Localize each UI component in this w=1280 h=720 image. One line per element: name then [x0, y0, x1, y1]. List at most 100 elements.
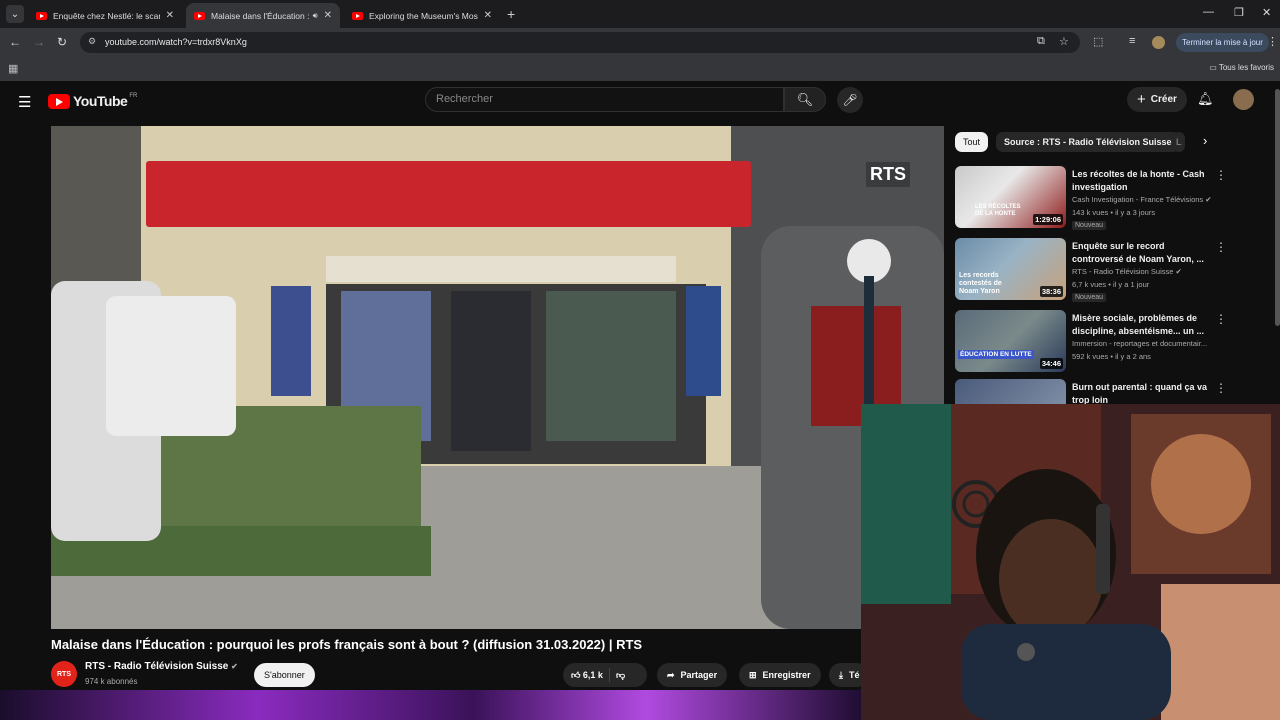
- dislike-button[interactable]: 👎︎: [616, 670, 625, 681]
- recommendation-title[interactable]: Enquête sur le record controversé de Noa…: [1072, 240, 1218, 266]
- recommendation-title[interactable]: Les récoltes de la honte - Cash investig…: [1072, 168, 1218, 194]
- download-label: Té: [848, 670, 860, 680]
- recommendation-stats: 6,7 k vues • il y a 1 jour: [1072, 280, 1150, 289]
- tab-museum[interactable]: Exploring the Museum's Most F ✕: [344, 3, 500, 28]
- logo-text: YouTube: [73, 93, 128, 109]
- cast-icon[interactable]: ⧉: [1037, 35, 1045, 48]
- tab-title: Malaise dans l'Éducation : p: [211, 10, 309, 21]
- microphone-icon: 🎤︎: [842, 93, 858, 107]
- audio-playing-icon[interactable]: 🔊︎: [313, 11, 318, 21]
- search-box[interactable]: [425, 87, 784, 112]
- search-input[interactable]: [436, 93, 736, 105]
- more-actions-icon[interactable]: ⋮: [1215, 240, 1227, 254]
- more-actions-icon[interactable]: ⋮: [1215, 312, 1227, 326]
- like-button[interactable]: 👍︎ 6,1 k: [571, 670, 603, 681]
- bookmark-star-icon[interactable]: ☆: [1059, 35, 1069, 48]
- browser-toolbar: ← → ↻ ⚙ youtube.com/watch?v=trdxr8VknXg …: [0, 28, 1280, 56]
- more-actions-icon[interactable]: ⋮: [1215, 381, 1227, 395]
- country-code: FR: [129, 93, 138, 99]
- voice-search-button[interactable]: 🎤︎: [837, 87, 863, 113]
- apps-grid-icon[interactable]: ▦: [8, 62, 18, 75]
- like-dislike-group: 👍︎ 6,1 k 👎︎: [563, 663, 647, 687]
- maximize-icon[interactable]: ❐: [1234, 6, 1244, 19]
- site-info-icon[interactable]: ⚙: [88, 36, 96, 47]
- tab-malaise[interactable]: Malaise dans l'Éducation : p 🔊︎ ✕: [186, 3, 340, 28]
- save-playlist-icon: ⊞: [749, 669, 757, 680]
- video-player[interactable]: RTS: [51, 126, 944, 629]
- new-tab-button[interactable]: +: [507, 6, 515, 22]
- recommendation-stats: 592 k vues • il y a 2 ans: [1072, 352, 1151, 361]
- close-tab-icon[interactable]: ✕: [166, 10, 174, 21]
- webcam-frame: [861, 404, 1280, 720]
- channel-name[interactable]: RTS - Radio Télévision Suisse: [85, 661, 228, 672]
- create-label: Créer: [1150, 94, 1177, 105]
- video-duration: 34:46: [1039, 358, 1063, 369]
- more-menu-icon[interactable]: ⋮: [1267, 35, 1278, 48]
- more-actions-icon[interactable]: ⋮: [1215, 168, 1227, 182]
- recommendation-channel[interactable]: RTS - Radio Télévision Suisse: [1072, 267, 1173, 276]
- forward-icon[interactable]: →: [33, 35, 45, 49]
- recommendation-thumbnail[interactable]: LES RÉCOLTES DE LA HONTE 1:29:06: [955, 166, 1066, 228]
- address-bar[interactable]: ⚙ youtube.com/watch?v=trdxr8VknXg: [80, 32, 1080, 53]
- youtube-favicon-icon: [194, 11, 205, 20]
- youtube-logo[interactable]: YouTube FR: [48, 93, 137, 109]
- save-button[interactable]: ⊞ Enregistrer: [739, 663, 821, 687]
- recommendation-channel[interactable]: Cash Investigation - France Télévisions: [1072, 195, 1203, 204]
- video-duration: 1:29:06: [1033, 214, 1063, 225]
- plus-icon: +: [1137, 91, 1146, 108]
- thumbs-down-icon: 👎︎: [615, 669, 626, 680]
- share-icon: ➦: [667, 669, 675, 680]
- reload-icon[interactable]: ↻: [57, 35, 67, 49]
- tab-title: Enquête chez Nestlé: le scandal: [53, 10, 160, 21]
- like-divider: [608, 668, 610, 682]
- chip-next[interactable]: L: [1173, 132, 1185, 152]
- tab-title: Exploring the Museum's Most F: [369, 10, 478, 21]
- youtube-play-icon: [48, 93, 70, 109]
- tab-strip: ⌄ Enquête chez Nestlé: le scandal ✕ Mala…: [0, 0, 1280, 28]
- thumbnail-caption: Les records contestés de Noam Yaron: [959, 272, 1002, 295]
- webcam-overlay: [861, 404, 1280, 720]
- page-scrollbar[interactable]: [1275, 89, 1280, 326]
- notifications-icon[interactable]: 🔔︎: [1197, 91, 1214, 107]
- recommendation-title[interactable]: Misère sociale, problèmes de discipline,…: [1072, 312, 1218, 338]
- recommendation-channel-row[interactable]: RTS - Radio Télévision Suisse ✔: [1072, 267, 1182, 276]
- minimize-icon[interactable]: —: [1203, 6, 1214, 18]
- video-duration: 38:36: [1039, 286, 1063, 297]
- create-button[interactable]: + Créer: [1127, 87, 1187, 112]
- thumbnail-caption: ÉDUCATION EN LUTTE: [958, 350, 1034, 359]
- url-text[interactable]: youtube.com/watch?v=trdxr8VknXg: [105, 37, 247, 47]
- close-tab-icon[interactable]: ✕: [484, 10, 492, 21]
- share-label: Partager: [680, 670, 718, 680]
- save-label: Enregistrer: [762, 670, 811, 680]
- new-badge: Nouveau: [1072, 221, 1107, 230]
- search-button[interactable]: 🔍︎: [784, 87, 826, 112]
- subscribe-button[interactable]: S'abonner: [254, 663, 315, 687]
- update-button[interactable]: Terminer la mise à jour: [1176, 33, 1269, 52]
- bookmarks-bar: ▦ ▭ Tous les favoris: [0, 56, 1280, 81]
- all-bookmarks-link[interactable]: ▭ Tous les favoris: [1209, 63, 1274, 72]
- tab-search-button[interactable]: ⌄: [6, 5, 24, 23]
- chips-next-arrow-icon[interactable]: ›: [1203, 133, 1207, 148]
- chip-source-rts[interactable]: Source : RTS - Radio Télévision Suisse: [996, 132, 1180, 152]
- menu-icon[interactable]: ☰: [18, 93, 31, 111]
- channel-avatar[interactable]: RTS: [51, 661, 77, 687]
- reading-list-icon[interactable]: ≡: [1129, 35, 1135, 47]
- tab-nestle[interactable]: Enquête chez Nestlé: le scandal ✕: [28, 3, 182, 28]
- rts-watermark: RTS: [866, 162, 910, 187]
- back-icon[interactable]: ←: [9, 35, 21, 49]
- recommendation-thumbnail[interactable]: ÉDUCATION EN LUTTE 34:46: [955, 310, 1066, 372]
- close-tab-icon[interactable]: ✕: [324, 10, 332, 21]
- video-title: Malaise dans l'Éducation : pourquoi les …: [51, 637, 643, 652]
- youtube-favicon-icon: [352, 11, 363, 20]
- recommendation-thumbnail[interactable]: Les records contestés de Noam Yaron 38:3…: [955, 238, 1066, 300]
- channel-name-row[interactable]: RTS - Radio Télévision Suisse ✔: [85, 661, 238, 672]
- account-avatar[interactable]: [1233, 89, 1254, 110]
- profile-icon[interactable]: [1152, 36, 1165, 49]
- recommendation-channel-row[interactable]: Cash Investigation - France Télévisions …: [1072, 195, 1212, 204]
- chip-all[interactable]: Tout: [955, 132, 989, 152]
- share-button[interactable]: ➦ Partager: [657, 663, 728, 687]
- close-window-icon[interactable]: ✕: [1262, 6, 1271, 19]
- extensions-icon[interactable]: ⬚: [1093, 35, 1103, 48]
- recommendation-channel[interactable]: Immersion - reportages et documentair...: [1072, 339, 1207, 348]
- browser-chrome: ⌄ Enquête chez Nestlé: le scandal ✕ Mala…: [0, 0, 1280, 81]
